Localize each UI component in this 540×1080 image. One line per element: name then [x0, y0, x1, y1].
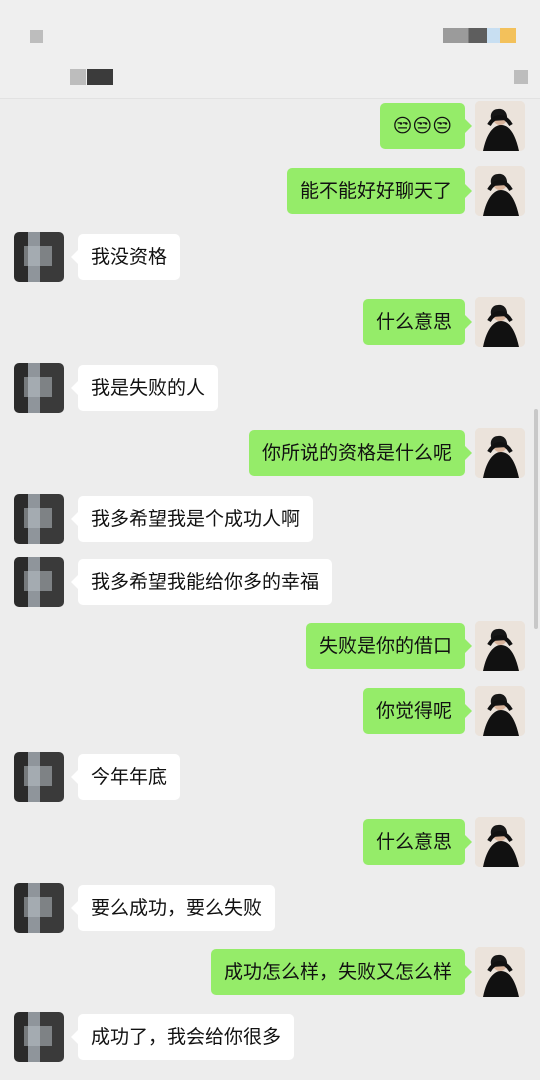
message-row: 你觉得呢	[0, 686, 540, 736]
contact-avatar[interactable]	[14, 363, 64, 413]
blurred-chat-title	[87, 69, 113, 85]
more-options-button[interactable]	[514, 70, 528, 84]
message-bubble[interactable]: 我没资格	[70, 234, 181, 280]
user-avatar[interactable]	[475, 947, 525, 997]
message-row: 😒😒😒	[0, 101, 540, 151]
contact-avatar[interactable]	[14, 494, 64, 544]
message-bubble[interactable]: 你觉得呢	[362, 688, 473, 734]
contact-avatar[interactable]	[14, 232, 64, 282]
message-row: 今年年底	[0, 752, 540, 802]
user-avatar[interactable]	[475, 621, 525, 671]
message-row: 成功怎么样，失败又怎么样	[0, 947, 540, 997]
status-bar	[0, 0, 540, 60]
message-bubble[interactable]: 成功了，我会给你很多	[70, 1014, 295, 1060]
message-row: 我没资格	[0, 232, 540, 282]
message-row: 我是失败的人	[0, 363, 540, 413]
blurred-status-icons	[443, 28, 516, 43]
contact-avatar[interactable]	[14, 752, 64, 802]
contact-avatar[interactable]	[14, 883, 64, 933]
user-avatar[interactable]	[475, 297, 525, 347]
contact-avatar[interactable]	[14, 1012, 64, 1062]
message-bubble[interactable]: 😒😒😒	[379, 103, 473, 149]
message-bubble[interactable]: 我是失败的人	[70, 365, 219, 411]
message-bubble[interactable]: 成功怎么样，失败又怎么样	[210, 949, 473, 995]
chat-message-list[interactable]: 😒😒😒 能不能好好聊天了 我没资格 什么意思 我是失败的人 你所说的资格是什么呢…	[0, 99, 540, 1080]
user-avatar[interactable]	[475, 817, 525, 867]
message-bubble[interactable]: 我多希望我是个成功人啊	[70, 496, 314, 542]
message-bubble[interactable]: 你所说的资格是什么呢	[248, 430, 473, 476]
message-row: 你所说的资格是什么呢	[0, 428, 540, 478]
message-row: 能不能好好聊天了	[0, 166, 540, 216]
message-bubble[interactable]: 什么意思	[362, 299, 473, 345]
message-bubble[interactable]: 能不能好好聊天了	[286, 168, 473, 214]
blurred-time-block	[30, 30, 43, 43]
message-row: 成功了，我会给你很多	[0, 1012, 540, 1062]
message-row: 要么成功，要么失败	[0, 883, 540, 933]
message-bubble[interactable]: 今年年底	[70, 754, 181, 800]
message-bubble[interactable]: 什么意思	[362, 819, 473, 865]
back-button[interactable]	[70, 69, 86, 85]
message-bubble[interactable]: 我多希望我能给你多的幸福	[70, 559, 333, 605]
contact-avatar[interactable]	[14, 557, 64, 607]
message-bubble[interactable]: 失败是你的借口	[305, 623, 473, 669]
message-bubble[interactable]: 要么成功，要么失败	[70, 885, 276, 931]
message-row: 我多希望我是个成功人啊	[0, 494, 540, 544]
user-avatar[interactable]	[475, 686, 525, 736]
message-row: 我多希望我能给你多的幸福	[0, 557, 540, 607]
user-avatar[interactable]	[475, 166, 525, 216]
message-row: 失败是你的借口	[0, 621, 540, 671]
user-avatar[interactable]	[475, 101, 525, 151]
message-row: 什么意思	[0, 817, 540, 867]
top-nav-bar	[0, 60, 540, 99]
message-row: 什么意思	[0, 297, 540, 347]
user-avatar[interactable]	[475, 428, 525, 478]
